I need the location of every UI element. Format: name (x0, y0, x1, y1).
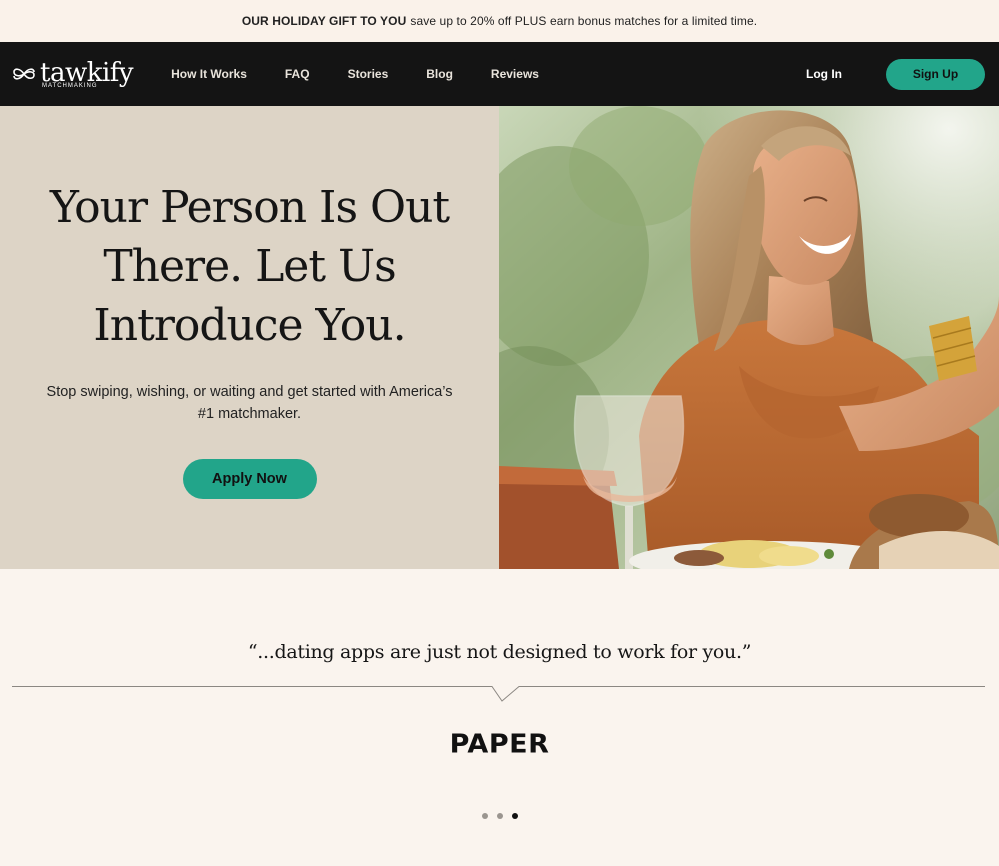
promo-bold-text: OUR HOLIDAY GIFT TO YOU (241, 14, 407, 28)
press-quote-section: “...dating apps are just not designed to… (0, 569, 999, 866)
hero-text-panel: Your Person Is Out There. Let Us Introdu… (0, 106, 499, 569)
hero-section: Your Person Is Out There. Let Us Introdu… (0, 106, 999, 569)
nav-link-blog[interactable]: Blog (426, 67, 453, 81)
quote-divider (12, 686, 985, 702)
nav-link-reviews[interactable]: Reviews (491, 67, 539, 81)
press-brand-logo: PAPER (449, 729, 550, 760)
hero-photo-woman-dining (499, 106, 999, 569)
carousel-dot-3[interactable] (511, 813, 518, 819)
logo-link[interactable]: tawkify MATCHMAKING (12, 60, 134, 89)
main-nav: tawkify MATCHMAKING How It Works FAQ Sto… (0, 42, 999, 106)
carousel-dot-2[interactable] (496, 813, 503, 819)
carousel-dots (0, 813, 999, 819)
hero-subtitle: Stop swiping, wishing, or waiting and ge… (46, 384, 453, 422)
logo-wordmark: tawkify MATCHMAKING (40, 60, 134, 89)
nav-link-stories[interactable]: Stories (348, 67, 389, 81)
promo-text: save up to 20% off PLUS earn bonus match… (410, 14, 758, 28)
hero-image (499, 106, 999, 569)
carousel-dot-1[interactable] (481, 813, 488, 819)
signup-button[interactable]: Sign Up (886, 58, 985, 90)
logo-subtitle: MATCHMAKING (42, 82, 98, 89)
nav-link-how-it-works[interactable]: How It Works (171, 67, 247, 81)
press-quote: “...dating apps are just not designed to… (247, 641, 752, 663)
promo-banner: OUR HOLIDAY GIFT TO YOU save up to 20% o… (0, 0, 999, 42)
nav-links: How It Works FAQ Stories Blog Reviews (171, 67, 577, 81)
login-link[interactable]: Log In (806, 67, 842, 81)
hero-title: Your Person Is Out There. Let Us Introdu… (49, 182, 450, 351)
logo-mark-icon (13, 68, 35, 80)
apply-now-button[interactable]: Apply Now (182, 459, 317, 499)
nav-link-faq[interactable]: FAQ (285, 67, 310, 81)
